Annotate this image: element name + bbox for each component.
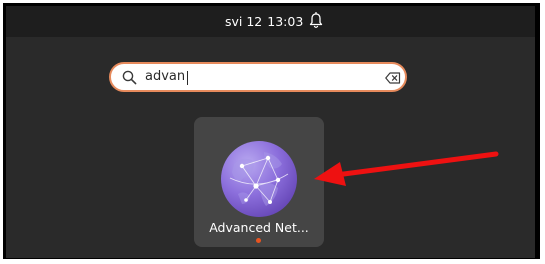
app-result-advanced-network[interactable]: Advanced Net... — [194, 117, 324, 247]
network-globe-icon — [221, 141, 297, 217]
date-label: svi 12 — [225, 14, 263, 29]
bell-icon[interactable] — [309, 12, 323, 30]
time-label: 13:03 — [267, 14, 304, 29]
top-bar: svi 12 13:03 — [6, 6, 535, 37]
running-indicator — [256, 238, 261, 243]
search-icon — [122, 70, 137, 85]
annotation-arrow — [314, 151, 499, 186]
text-caret — [187, 71, 188, 85]
app-result-label: Advanced Net... — [209, 220, 309, 235]
search-box[interactable] — [109, 62, 407, 92]
clock[interactable]: svi 12 13:03 — [225, 14, 303, 30]
activities-overview: svi 12 13:03 advan Advanced Net... — [6, 6, 535, 258]
search-input[interactable] — [145, 67, 365, 87]
clear-text-icon[interactable] — [385, 72, 401, 84]
